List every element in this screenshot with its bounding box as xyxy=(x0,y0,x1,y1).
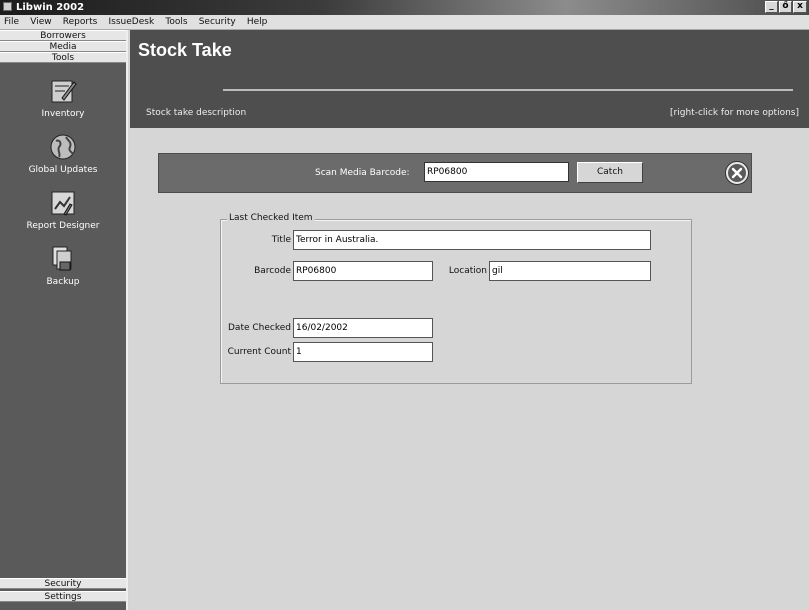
sidebar-tool-report-designer[interactable]: Report Designer xyxy=(0,188,126,231)
sidebar-tool-backup[interactable]: Backup xyxy=(0,244,126,287)
window-title: Libwin 2002 xyxy=(16,2,85,13)
date-checked-field[interactable] xyxy=(293,318,433,338)
date-checked-label: Date Checked xyxy=(228,323,291,333)
scan-bar: Scan Media Barcode: Catch xyxy=(158,153,752,193)
sidebar-tool-label: Global Updates xyxy=(28,165,98,175)
sidebar: Borrowers Media Tools Inventory Global U… xyxy=(0,30,128,610)
close-icon xyxy=(728,164,746,182)
sidebar-tab-borrowers[interactable]: Borrowers xyxy=(0,30,126,41)
menu-security[interactable]: Security xyxy=(195,15,240,30)
app-icon xyxy=(3,2,12,11)
sidebar-tab-settings[interactable]: Settings xyxy=(0,591,126,602)
title-field[interactable] xyxy=(293,230,651,250)
group-legend: Last Checked Item xyxy=(227,213,315,223)
last-checked-item-group: Last Checked Item Title Barcode Location… xyxy=(220,213,692,384)
menu-reports[interactable]: Reports xyxy=(59,15,102,30)
catch-button[interactable]: Catch xyxy=(577,162,643,183)
backup-icon xyxy=(52,246,72,271)
close-window-button[interactable]: x xyxy=(793,1,807,13)
menu-tools[interactable]: Tools xyxy=(161,15,191,30)
minimize-button[interactable]: _ xyxy=(765,1,778,13)
current-count-field[interactable] xyxy=(293,342,433,362)
menu-help[interactable]: Help xyxy=(243,15,272,30)
context-menu-hint: [right-click for more options] xyxy=(670,108,799,118)
menu-file[interactable]: File xyxy=(0,15,23,30)
report-designer-icon xyxy=(51,191,75,216)
sidebar-tool-inventory[interactable]: Inventory xyxy=(0,76,126,119)
sidebar-tab-tools[interactable]: Tools xyxy=(0,52,126,63)
location-field[interactable] xyxy=(489,261,651,281)
page-header[interactable]: Stock Take Stock take description [right… xyxy=(130,30,809,128)
location-label: Location xyxy=(448,266,487,276)
barcode-label: Barcode xyxy=(254,266,291,276)
scan-barcode-input[interactable] xyxy=(424,162,569,182)
menu-issuedesk[interactable]: IssueDesk xyxy=(105,15,159,30)
window-title-bar[interactable]: Libwin 2002 _ ő x xyxy=(0,0,809,15)
main-panel: Stock Take Stock take description [right… xyxy=(130,30,809,610)
close-stock-take-button[interactable] xyxy=(725,161,749,185)
sidebar-tab-security[interactable]: Security xyxy=(0,578,126,589)
sidebar-tool-global-updates[interactable]: Global Updates xyxy=(0,132,126,175)
menu-bar: File View Reports IssueDesk Tools Securi… xyxy=(0,15,809,30)
page-title: Stock Take xyxy=(138,40,232,60)
inventory-icon xyxy=(51,80,77,103)
sidebar-tool-label: Report Designer xyxy=(26,221,100,231)
menu-view[interactable]: View xyxy=(26,15,55,30)
maximize-button[interactable]: ő xyxy=(779,1,792,13)
barcode-field[interactable] xyxy=(293,261,433,281)
title-label: Title xyxy=(271,235,291,245)
current-count-label: Current Count xyxy=(227,347,291,357)
scan-barcode-label: Scan Media Barcode: xyxy=(315,168,410,178)
sidebar-tab-media[interactable]: Media xyxy=(0,41,126,52)
globe-icon xyxy=(50,134,76,160)
sidebar-tool-label: Inventory xyxy=(41,109,85,119)
header-divider xyxy=(223,89,793,91)
page-description: Stock take description xyxy=(146,108,247,118)
sidebar-tool-label: Backup xyxy=(46,277,80,287)
